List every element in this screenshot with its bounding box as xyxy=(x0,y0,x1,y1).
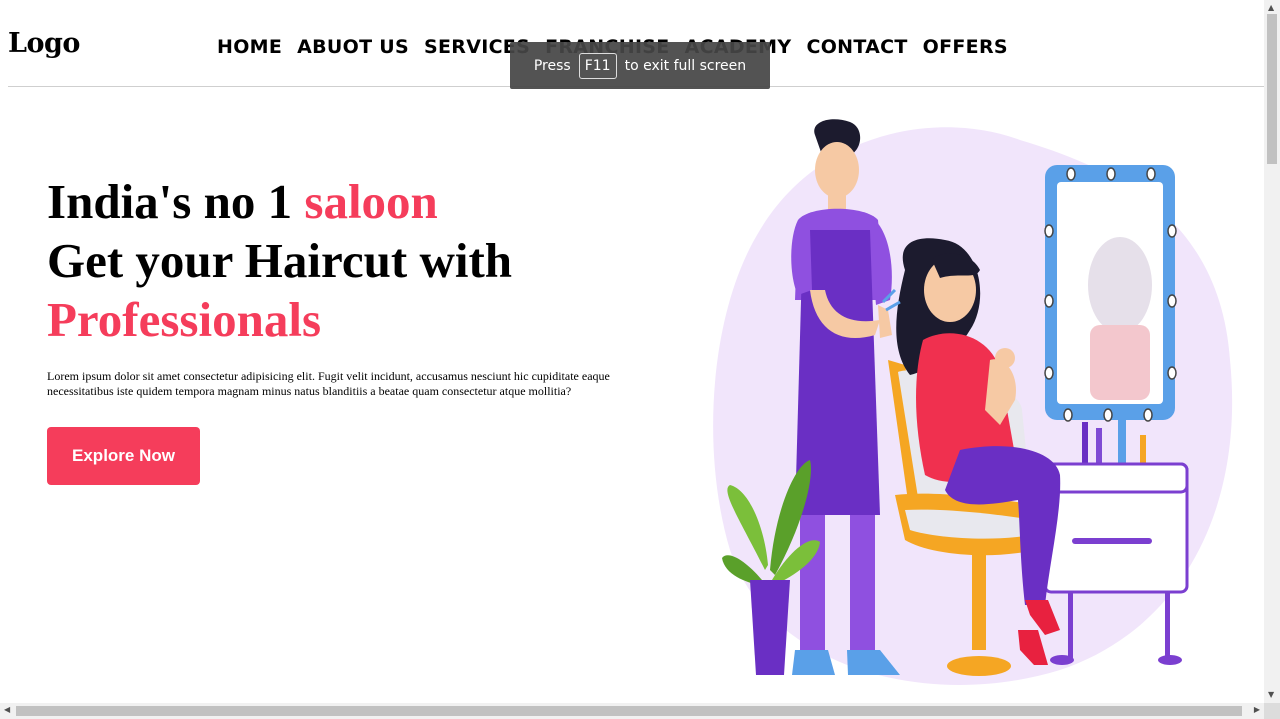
vertical-scroll-thumb[interactable] xyxy=(1267,14,1277,164)
nav-item-home[interactable]: HOME xyxy=(217,36,282,58)
toast-press-text: Press xyxy=(533,57,571,74)
site-logo[interactable]: Logo xyxy=(8,28,80,59)
nav-item-offers[interactable]: OFFERS xyxy=(923,36,1008,58)
hero-description: Lorem ipsum dolor sit amet consectetur a… xyxy=(47,369,610,398)
hero-line2: Get your Haircut with xyxy=(47,233,513,288)
nav-item-about[interactable]: ABUOT US xyxy=(297,36,409,58)
hero-highlight-saloon: saloon xyxy=(304,174,438,229)
hero-line1: India's no 1 xyxy=(47,174,305,229)
hero-highlight-professionals: Professionals xyxy=(47,292,322,347)
mirror xyxy=(1044,165,1177,422)
scroll-left-arrow-icon[interactable]: ◀ xyxy=(4,705,10,714)
fullscreen-exit-toast: Press F11 to exit full screen xyxy=(510,42,770,89)
scroll-down-arrow-icon[interactable]: ▼ xyxy=(1268,690,1274,699)
scroll-right-arrow-icon[interactable]: ▶ xyxy=(1254,705,1260,714)
horizontal-scrollbar[interactable]: ◀ ▶ xyxy=(0,703,1264,719)
scrollbar-corner xyxy=(1264,703,1280,719)
scroll-up-arrow-icon[interactable]: ▲ xyxy=(1268,3,1274,12)
toast-exit-text: to exit full screen xyxy=(624,57,747,74)
barber-illustration xyxy=(713,119,1233,685)
explore-now-button[interactable]: Explore Now xyxy=(47,427,200,485)
hero-heading: India's no 1 saloon Get your Haircut wit… xyxy=(47,172,512,349)
horizontal-scroll-thumb[interactable] xyxy=(16,706,1242,716)
page-viewport: Logo HOME ABUOT US SERVICES FRANCHISE AC… xyxy=(0,0,1264,703)
nav-item-contact[interactable]: CONTACT xyxy=(806,36,907,58)
f11-key-badge: F11 xyxy=(578,52,617,79)
vertical-scrollbar[interactable]: ▲ ▼ xyxy=(1264,0,1280,703)
